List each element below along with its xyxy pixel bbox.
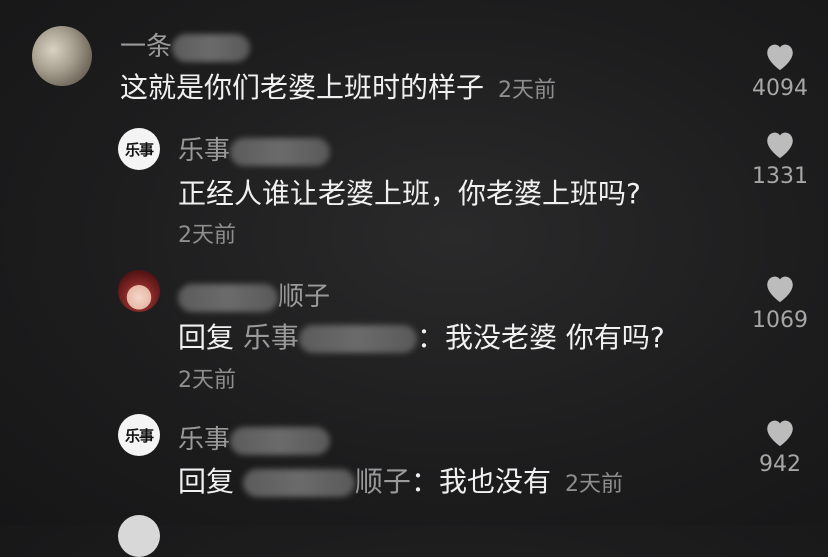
comment-text: 回复 顺子：我也没有 2天前 xyxy=(178,460,623,500)
comment-time: 2天前 xyxy=(498,78,557,103)
comment-time: 2天前 xyxy=(564,472,623,497)
reply-to-user[interactable]: 乐事 xyxy=(243,321,299,354)
like-button[interactable]: 4094 xyxy=(740,40,820,101)
like-count: 1069 xyxy=(752,308,808,333)
comment-username[interactable]: 一条 xyxy=(120,26,251,63)
like-count: 942 xyxy=(759,452,801,477)
username-blur xyxy=(230,137,331,166)
comment-body: ：我没老婆 你有吗? xyxy=(416,321,665,354)
username-blur xyxy=(230,426,331,455)
comment-username[interactable]: 乐事 xyxy=(178,419,331,456)
comment-text: 这就是你们老婆上班时的样子 2天前 xyxy=(120,66,556,106)
like-count: 4094 xyxy=(752,76,808,101)
comment-username[interactable]: 顺子 xyxy=(178,276,330,313)
avatar[interactable]: 乐事 xyxy=(118,414,160,456)
comment-body: 正经人谁让老婆上班，你老婆上班吗? xyxy=(178,177,641,210)
username-blur xyxy=(172,33,251,62)
reply-to-blur xyxy=(298,325,417,353)
heart-icon xyxy=(767,44,793,71)
heart-icon xyxy=(767,420,793,447)
comment-body: 这就是你们老婆上班时的样子 xyxy=(120,71,485,104)
username-text: 乐事 xyxy=(178,425,231,455)
avatar[interactable] xyxy=(118,270,160,312)
like-button[interactable]: 942 xyxy=(740,416,820,477)
comment-body: ：我也没有 xyxy=(410,465,551,498)
reply-to-user[interactable]: 顺子 xyxy=(355,465,411,498)
like-count: 1331 xyxy=(752,164,808,189)
like-button[interactable]: 1331 xyxy=(740,128,820,189)
heart-icon xyxy=(767,276,793,303)
comment-username[interactable]: 乐事 xyxy=(178,130,331,167)
username-text: 一条 xyxy=(120,32,173,62)
reply-label: 回复 xyxy=(178,465,235,498)
comment-text: 回复 乐事 ：我没老婆 你有吗? xyxy=(178,316,665,356)
comment-text: 正经人谁让老婆上班，你老婆上班吗? xyxy=(178,172,641,212)
username-blur xyxy=(178,283,278,312)
reply-label: 回复 xyxy=(178,321,235,354)
comment-time: 2天前 xyxy=(178,223,236,248)
comment-time: 2天前 xyxy=(178,368,236,393)
reply-to-blur xyxy=(242,469,355,497)
avatar[interactable] xyxy=(32,26,92,86)
heart-icon xyxy=(767,132,793,159)
username-text: 乐事 xyxy=(178,136,231,166)
avatar[interactable]: 乐事 xyxy=(118,128,160,170)
username-text: 顺子 xyxy=(278,282,331,312)
next-comment-avatar[interactable] xyxy=(118,515,160,557)
like-button[interactable]: 1069 xyxy=(740,272,820,333)
